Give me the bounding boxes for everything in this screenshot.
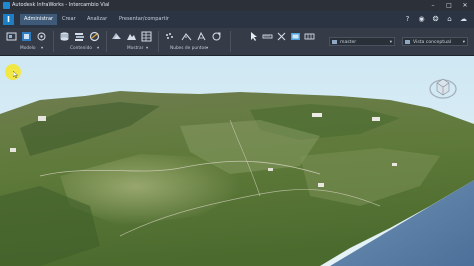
visual-style-select-value: Vista conceptual — [413, 40, 452, 45]
terrain-icon[interactable] — [126, 31, 137, 42]
ribbon-tab-bar: I Administrar Crear Analizar Presentar/c… — [0, 11, 474, 28]
tab-crear[interactable]: Crear — [58, 14, 80, 25]
minimize-icon[interactable]: – — [426, 0, 440, 11]
window-title: Autodesk InfraWorks - Intercambio Vial — [12, 2, 110, 8]
close-icon[interactable]: ✕ — [458, 0, 472, 11]
title-bar: Autodesk InfraWorks - Intercambio Vial –… — [0, 0, 474, 11]
3d-viewport[interactable] — [0, 56, 474, 266]
layers-icon[interactable] — [74, 31, 85, 42]
point-cloud-refresh-icon[interactable] — [211, 31, 222, 42]
ribbon-separator — [158, 31, 159, 52]
mostrar-expand-icon[interactable]: ▾ — [146, 45, 148, 53]
building-patch — [312, 113, 322, 117]
model-settings-icon[interactable] — [21, 31, 32, 42]
group-label-contenido: Contenido — [70, 46, 92, 51]
proposal-icon — [332, 40, 337, 44]
proposal-select-value: master — [340, 40, 357, 45]
infraworks-logo-icon — [3, 2, 10, 9]
styles-icon[interactable] — [89, 31, 100, 42]
building-patch — [10, 148, 16, 152]
tab-administrar[interactable]: Administrar — [20, 14, 58, 25]
building-patch — [38, 116, 46, 121]
ribbon-panel: Modelo ▾ Contenido ▾ Mostrar ▾ Nubes de … — [0, 28, 474, 56]
infraworks-window: Autodesk InfraWorks - Intercambio Vial –… — [0, 0, 474, 266]
group-label-mostrar: Mostrar — [127, 46, 144, 51]
terrain-scene — [0, 56, 474, 266]
building-patch — [268, 168, 273, 171]
point-cloud-edit-icon[interactable] — [196, 31, 207, 42]
modelo-expand-icon[interactable]: ▾ — [41, 45, 43, 53]
viewcube-icon[interactable] — [428, 74, 458, 100]
cross-section-icon[interactable] — [276, 31, 287, 42]
point-cloud-icon[interactable] — [164, 31, 175, 42]
settings-icon[interactable]: ❂ — [431, 14, 440, 25]
data-sources-icon[interactable] — [59, 31, 70, 42]
table-view-icon[interactable] — [141, 31, 152, 42]
ribbon-separator — [230, 31, 231, 52]
surface-layers-icon[interactable] — [111, 31, 122, 42]
mouse-cursor-icon — [13, 71, 18, 78]
storyboard-icon[interactable] — [304, 31, 315, 42]
contenido-expand-icon[interactable]: ▾ — [97, 45, 99, 53]
measure-icon[interactable] — [262, 31, 273, 42]
nubes-expand-icon[interactable]: ▾ — [206, 45, 208, 53]
chevron-down-icon: ▾ — [462, 40, 465, 45]
maximize-icon[interactable]: □ — [442, 0, 456, 11]
user-icon[interactable]: ◉ — [417, 14, 426, 25]
help-icon[interactable]: ? — [403, 14, 412, 25]
quick-access-icons: ? ◉ ❂ ⌂ ☁ — [403, 14, 468, 25]
tab-presentar-compartir[interactable]: Presentar/compartir — [115, 14, 173, 25]
cloud-icon[interactable]: ☁ — [459, 14, 468, 25]
building-patch — [318, 183, 324, 187]
group-label-nubes-de-puntos: Nubes de puntos — [170, 46, 207, 51]
building-patch — [372, 117, 380, 121]
viewcube[interactable] — [428, 74, 458, 104]
point-cloud-terrain-icon[interactable] — [181, 31, 192, 42]
group-label-modelo: Modelo — [20, 46, 36, 51]
notifications-icon[interactable]: ⌂ — [445, 14, 454, 25]
tab-analizar[interactable]: Analizar — [83, 14, 111, 25]
visual-style-select[interactable]: Vista conceptual ▾ — [402, 37, 468, 46]
building-patch — [392, 163, 397, 166]
select-arrow-icon[interactable] — [248, 31, 259, 42]
model-icon[interactable] — [6, 31, 17, 42]
ribbon-separator — [53, 31, 54, 52]
application-menu-button[interactable]: I — [3, 14, 14, 25]
visual-style-icon — [405, 40, 410, 44]
bookmark-icon[interactable] — [290, 31, 301, 42]
proposal-select[interactable]: master ▾ — [329, 37, 395, 46]
chevron-down-icon: ▾ — [389, 40, 392, 45]
ribbon-separator — [106, 31, 107, 52]
model-properties-icon[interactable] — [36, 31, 47, 42]
